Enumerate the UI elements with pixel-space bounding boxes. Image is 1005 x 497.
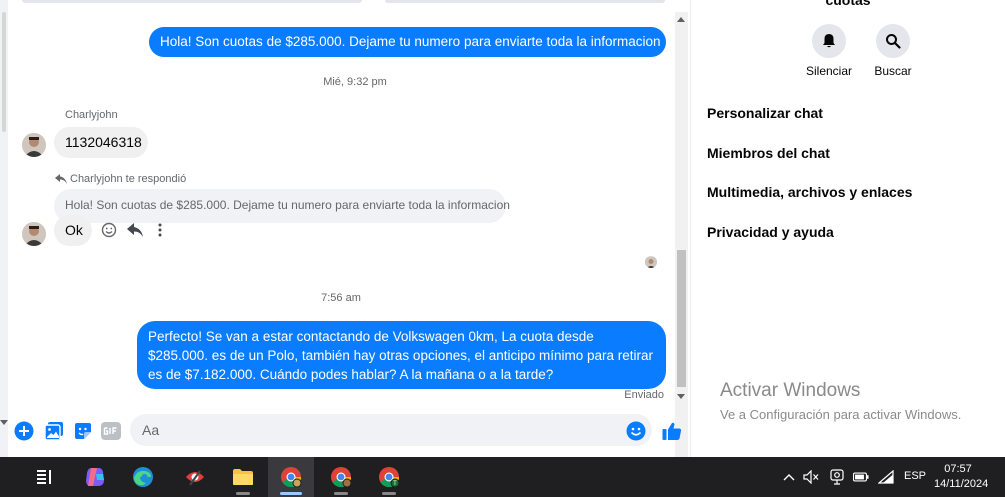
show-hidden-icons-button[interactable] xyxy=(781,469,797,485)
scroll-down-arrow-icon[interactable] xyxy=(677,394,685,399)
read-receipt xyxy=(645,256,657,268)
menu-customize-chat[interactable]: Personalizar chat xyxy=(707,105,823,121)
copilot-icon xyxy=(86,468,104,486)
scroll-up-arrow-icon[interactable] xyxy=(677,17,685,22)
battery-indicator[interactable] xyxy=(853,469,869,485)
reply-icon xyxy=(55,174,67,184)
avatar[interactable] xyxy=(22,133,46,157)
timestamp: Mié, 9:32 pm xyxy=(323,76,387,88)
top-fragment xyxy=(22,0,362,3)
thumbs-up-icon xyxy=(662,422,682,440)
snipping-tool-icon xyxy=(186,470,204,486)
photo-gallery-icon xyxy=(44,422,63,441)
windows-activation-watermark: Activar Windows Ve a Configuración para … xyxy=(720,380,961,422)
chat-area: Hola! Son cuotas de $285.000. Dejame tu … xyxy=(0,0,690,457)
chat-scrollbar[interactable] xyxy=(675,12,688,457)
top-fragment xyxy=(385,0,665,3)
avatar-image xyxy=(22,133,46,157)
reply-button[interactable] xyxy=(126,221,144,239)
sender-name: Charlyjohn xyxy=(65,109,118,121)
menu-privacy-help[interactable]: Privacidad y ayuda xyxy=(707,224,834,240)
message-status: Enviado xyxy=(624,389,664,401)
react-button[interactable] xyxy=(100,221,118,239)
system-clock[interactable]: 07:57 14/11/2024 xyxy=(934,462,989,492)
more-actions-button[interactable] xyxy=(13,420,35,442)
gif-icon xyxy=(101,422,121,440)
gif-button[interactable] xyxy=(100,420,122,442)
more-dots-icon xyxy=(158,223,162,237)
search-button[interactable]: Buscar xyxy=(863,24,923,78)
edge-button[interactable] xyxy=(120,457,166,497)
quoted-message[interactable]: Hola! Son cuotas de $285.000. Dejame tu … xyxy=(54,189,510,223)
running-indicator xyxy=(334,492,348,495)
chrome-profile-3-button[interactable]: T xyxy=(366,457,412,497)
incoming-message[interactable]: 1132046318 xyxy=(54,127,148,158)
timestamp: 7:56 am xyxy=(321,292,361,304)
chrome-profile-2-button[interactable] xyxy=(318,457,364,497)
folder-icon xyxy=(233,469,253,485)
read-receipt-avatar-icon xyxy=(645,257,657,268)
left-edge xyxy=(0,0,8,457)
chrome-profile-1-button[interactable] xyxy=(268,457,314,497)
like-button[interactable] xyxy=(661,420,683,442)
clock-time: 07:57 xyxy=(944,463,972,475)
search-label: Buscar xyxy=(874,64,912,78)
volume-button[interactable] xyxy=(803,469,819,485)
incoming-message[interactable]: Ok xyxy=(54,215,92,246)
network-button[interactable] xyxy=(878,469,894,485)
chevron-up-icon xyxy=(783,474,795,481)
menu-media-files-links[interactable]: Multimedia, archivos y enlaces xyxy=(707,184,912,200)
bell-icon xyxy=(823,34,835,48)
outgoing-message[interactable]: Hola! Son cuotas de $285.000. Dejame tu … xyxy=(149,27,666,57)
avatar[interactable] xyxy=(22,222,46,246)
running-indicator xyxy=(280,492,302,495)
copilot-button[interactable] xyxy=(72,457,118,497)
edge-icon xyxy=(133,467,153,487)
chat-title: cuotas xyxy=(825,0,871,8)
mute-label: Silenciar xyxy=(805,64,853,78)
reply-header-text: Charlyjohn te respondió xyxy=(70,173,187,185)
search-icon xyxy=(886,34,901,49)
camera-icon xyxy=(830,469,844,485)
search-circle[interactable] xyxy=(876,24,910,58)
emoji-icon xyxy=(626,421,646,441)
more-button[interactable] xyxy=(151,221,169,239)
watermark-subtitle: Ve a Configuración para activar Windows. xyxy=(720,407,962,422)
running-indicator xyxy=(236,492,250,495)
clock-date: 14/11/2024 xyxy=(934,478,989,490)
smiley-icon xyxy=(101,222,117,238)
message-input[interactable] xyxy=(130,414,652,446)
task-view-icon xyxy=(37,470,51,484)
outgoing-message[interactable]: Perfecto! Se van a estar contactando de … xyxy=(137,321,666,389)
reply-arrow-icon xyxy=(127,223,143,237)
chrome-icon: T xyxy=(379,467,400,488)
plus-circle-icon xyxy=(14,421,34,441)
sticker-button[interactable] xyxy=(72,420,94,442)
chrome-icon xyxy=(281,467,302,488)
camera-privacy-button[interactable] xyxy=(829,469,845,485)
task-view-button[interactable] xyxy=(22,457,68,497)
emoji-button[interactable] xyxy=(625,420,647,442)
wifi-icon xyxy=(878,470,894,484)
profile-badge-text: T xyxy=(393,481,397,487)
menu-chat-members[interactable]: Miembros del chat xyxy=(707,145,830,161)
taskbar: T ESP 07:57 14/11/2024 xyxy=(0,457,1005,497)
mute-button[interactable]: Silenciar xyxy=(797,24,861,78)
reply-header: Charlyjohn te respondió xyxy=(55,173,186,185)
running-indicator xyxy=(382,492,396,495)
volume-muted-icon xyxy=(803,470,819,484)
sticker-icon xyxy=(75,423,91,439)
file-explorer-button[interactable] xyxy=(220,457,266,497)
composer xyxy=(0,413,690,449)
attach-media-button[interactable] xyxy=(43,420,65,442)
chrome-icon xyxy=(331,467,352,488)
battery-icon xyxy=(853,472,869,482)
mute-circle[interactable] xyxy=(812,24,846,58)
snipping-tool-button[interactable] xyxy=(172,457,218,497)
avatar-image xyxy=(22,222,46,246)
input-language[interactable]: ESP xyxy=(904,470,926,482)
scroll-thumb[interactable] xyxy=(677,250,686,387)
watermark-title: Activar Windows xyxy=(720,380,861,401)
left-scroll-thumb[interactable] xyxy=(2,12,6,132)
